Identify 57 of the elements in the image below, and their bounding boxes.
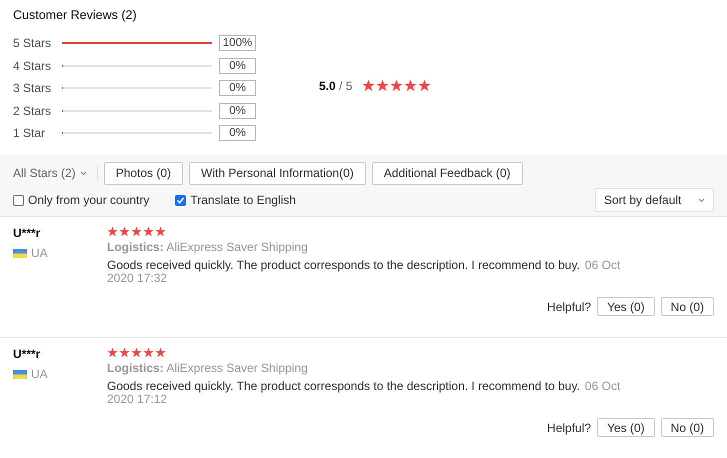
star-icon	[119, 226, 130, 237]
star-icon	[131, 347, 142, 358]
star-icon	[143, 226, 154, 237]
section-title: Customer Reviews (2)	[13, 8, 138, 22]
checkbox[interactable]	[175, 194, 186, 206]
yes-button[interactable]: Yes (0)	[597, 297, 655, 316]
star-level-label: 1 Star	[13, 126, 46, 140]
shipping-method: AliExpress Saver Shipping	[166, 240, 308, 254]
review-text: Goods received quickly. The product corresponds to the description. I recommend to buy. 06 Oct 2020 17:32	[107, 259, 622, 285]
flag-icon	[13, 370, 27, 378]
max-score: / 5	[339, 79, 352, 94]
caret-icon	[80, 170, 87, 176]
star-level-label: 3 Stars	[13, 81, 52, 96]
country-code: UA	[31, 246, 48, 260]
checkbox-label: Translate to English	[190, 193, 296, 207]
percentage: 0%	[219, 80, 256, 96]
percentage: 0%	[219, 125, 256, 142]
star-icon	[362, 79, 376, 92]
checkbox-label: Only from your country	[28, 193, 150, 207]
flag-icon	[13, 248, 27, 258]
filter-button[interactable]: Additional Feedback (0)	[372, 162, 523, 184]
shipping-method: AliExpress Saver Shipping	[166, 361, 308, 375]
star-icon	[107, 226, 118, 237]
star-icon	[404, 79, 418, 92]
checkbox[interactable]	[13, 194, 24, 206]
star-icon	[131, 226, 142, 237]
star-icon	[155, 347, 166, 358]
review-text: Goods received quickly. The product corresponds to the description. I recommend to buy. 06 Oct 2020 17:12	[107, 380, 622, 406]
filter-button[interactable]: Photos (0)	[104, 162, 184, 184]
percentage: 0%	[219, 102, 256, 119]
percentage: 0%	[219, 58, 256, 74]
yes-button[interactable]: Yes (0)	[597, 418, 655, 437]
country-code: UA	[31, 367, 48, 381]
no-button[interactable]: No (0)	[660, 297, 714, 316]
star-level-label: 4 Stars	[13, 58, 52, 73]
logistics-label: Logistics:	[107, 240, 164, 254]
sort-dropdown[interactable]: Sort by default	[595, 188, 714, 212]
helpful-label: Helpful?	[547, 300, 592, 314]
star-icon	[143, 347, 154, 358]
star-icon	[119, 347, 130, 358]
star-icon	[390, 79, 404, 92]
star-icon	[418, 79, 432, 92]
star-level-label: 5 Stars	[13, 36, 52, 50]
logistics-label: Logistics:	[107, 361, 164, 375]
star-icon	[107, 347, 118, 358]
star-icon	[376, 79, 390, 92]
star-filter-dropdown[interactable]: All Stars (2)	[13, 166, 98, 180]
no-button[interactable]: No (0)	[660, 418, 714, 437]
star-level-label: 2 Stars	[13, 104, 52, 118]
user-name: U***r	[13, 347, 42, 361]
filter-button[interactable]: With Personal Information(0)	[189, 162, 366, 184]
caret-icon	[698, 198, 705, 202]
user-name: U***r	[13, 226, 42, 240]
average-score: 5.0	[319, 79, 336, 94]
helpful-label: Helpful?	[547, 420, 592, 434]
percentage: 100%	[219, 35, 256, 52]
star-icon	[155, 226, 166, 237]
